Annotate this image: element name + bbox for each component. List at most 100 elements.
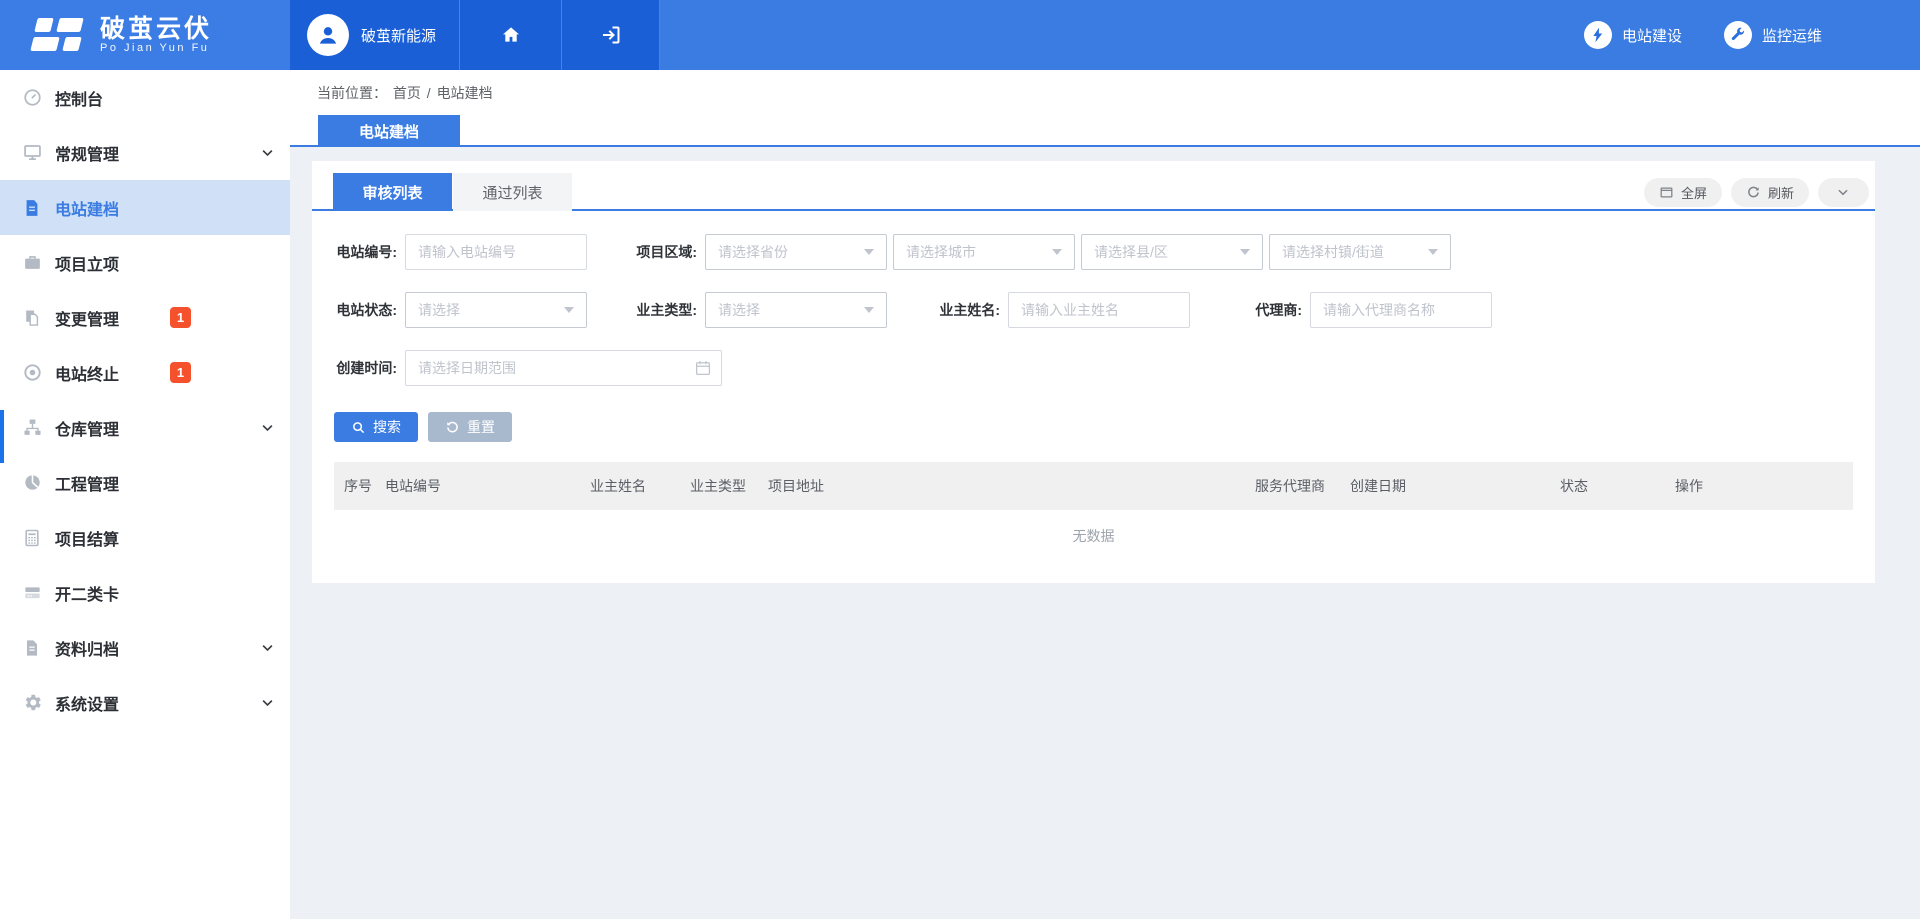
panel-card: 审核列表 通过列表 全屏 刷新: [312, 161, 1875, 583]
topbar-right: 电站建设 监控运维: [1584, 0, 1920, 70]
province-select[interactable]: 请选择省份: [705, 234, 887, 270]
county-select[interactable]: 请选择县/区: [1081, 234, 1263, 270]
sidebar-item-label: 工程管理: [55, 471, 119, 495]
col-service-agent: 服务代理商: [1245, 476, 1340, 496]
reset-label: 重置: [467, 417, 495, 437]
sidebar-item-station-archive[interactable]: 电站建档: [0, 180, 290, 235]
sidebar-item-label: 系统设置: [55, 691, 119, 715]
select-placeholder: 请选择村镇/街道: [1282, 242, 1384, 262]
select-placeholder: 请选择城市: [906, 242, 976, 262]
sidebar-item-engineering-mgmt[interactable]: 工程管理: [0, 455, 290, 510]
sidebar-item-console[interactable]: 控制台: [0, 70, 290, 125]
sidebar-item-general-mgmt[interactable]: 常规管理: [0, 125, 290, 180]
field-label: 项目区域:: [625, 242, 697, 262]
main-area: 当前位置： 首页 / 电站建档 电站建档 审核列表 通过列表 全屏: [290, 70, 1920, 919]
col-station-number: 电站编号: [375, 476, 580, 496]
field-label: 业主类型:: [625, 300, 697, 320]
field-label: 业主姓名:: [928, 300, 1000, 320]
logout-button[interactable]: [562, 0, 660, 70]
field-owner-name: 业主姓名:: [928, 292, 1190, 328]
caret-down-icon: [1240, 249, 1250, 255]
sidebar-item-label: 电站终止: [55, 361, 119, 385]
breadcrumb-separator: /: [427, 85, 431, 101]
sidebar-item-data-archiving[interactable]: 资料归档: [0, 620, 290, 675]
app-logo: 破茧云伏 Po Jian Yun Fu: [0, 0, 290, 70]
col-actions: 操作: [1665, 476, 1853, 496]
sidebar-item-label: 开二类卡: [55, 581, 119, 605]
app-title: 破茧云伏: [100, 16, 212, 42]
sidebar-item-change-mgmt[interactable]: 变更管理 1: [0, 290, 290, 345]
search-icon: [351, 420, 366, 435]
fullscreen-button[interactable]: 全屏: [1644, 178, 1722, 207]
filter-row-2: 电站状态: 请选择 业主类型: 请选择 业主: [312, 292, 1875, 328]
user-menu[interactable]: 破茧新能源: [290, 0, 460, 70]
panel-tabs: 审核列表 通过列表: [333, 173, 572, 211]
sidebar: 控制台 常规管理 电站建档 项目立项 变更管理 1 电站终止 1: [0, 70, 290, 919]
sidebar-item-label: 控制台: [55, 86, 103, 110]
col-created-date: 创建日期: [1340, 476, 1550, 496]
notification-badge: 1: [170, 362, 191, 383]
search-button[interactable]: 搜索: [334, 412, 418, 442]
fullscreen-label: 全屏: [1681, 183, 1707, 202]
breadcrumb-prefix: 当前位置：: [317, 85, 387, 101]
chevron-down-icon: [1836, 185, 1851, 200]
refresh-button[interactable]: 刷新: [1731, 178, 1809, 207]
sidebar-item-system-settings[interactable]: 系统设置: [0, 675, 290, 730]
sidebar-item-label: 项目结算: [55, 526, 119, 550]
owner-type-select[interactable]: 请选择: [705, 292, 887, 328]
field-station-number: 电站编号:: [325, 234, 587, 270]
panel-tools: 全屏 刷新: [1644, 178, 1869, 207]
col-index: 序号: [334, 476, 375, 496]
collapse-panel-button[interactable]: [1818, 178, 1869, 207]
chevron-down-icon: [260, 145, 276, 161]
sidebar-item-label: 项目立项: [55, 251, 119, 275]
field-label: 电站编号:: [325, 242, 397, 262]
filter-form: 电站编号: 项目区域: 请选择省份 请选择城市: [312, 234, 1875, 386]
city-select[interactable]: 请选择城市: [893, 234, 1075, 270]
calculator-icon: [21, 527, 43, 549]
breadcrumb-current: 电站建档: [437, 85, 493, 101]
sidebar-item-label: 资料归档: [55, 636, 119, 660]
table-header: 序号 电站编号 业主姓名 业主类型 项目地址 服务代理商 创建日期 状态 操作: [334, 462, 1853, 510]
reset-button[interactable]: 重置: [428, 412, 512, 442]
field-station-status: 电站状态: 请选择: [325, 292, 593, 328]
sidebar-item-warehouse-mgmt[interactable]: 仓库管理: [0, 400, 290, 455]
field-agent: 代理商:: [1230, 292, 1492, 328]
content-area: 审核列表 通过列表 全屏 刷新: [290, 147, 1920, 917]
app-subtitle: Po Jian Yun Fu: [100, 42, 212, 54]
sidebar-item-station-termination[interactable]: 电站终止 1: [0, 345, 290, 400]
tab-approved-list[interactable]: 通过列表: [453, 173, 572, 211]
nav-monitor-ops[interactable]: 监控运维: [1724, 21, 1822, 49]
filter-actions: 搜索 重置: [334, 412, 1875, 442]
top-bar: 破茧云伏 Po Jian Yun Fu 破茧新能源 电站建设: [0, 0, 1920, 70]
col-owner-type: 业主类型: [680, 476, 758, 496]
sitemap-icon: [21, 417, 43, 439]
agent-input[interactable]: [1310, 292, 1492, 328]
field-label: 电站状态:: [325, 300, 397, 320]
home-button[interactable]: [460, 0, 562, 70]
avatar-icon: [307, 14, 349, 56]
file-icon: [21, 637, 43, 659]
town-select[interactable]: 请选择村镇/街道: [1269, 234, 1451, 270]
sidebar-item-open-type2-card[interactable]: 开二类卡: [0, 565, 290, 620]
sidebar-item-label: 电站建档: [55, 196, 119, 220]
date-range-input[interactable]: [405, 350, 722, 386]
logo-text: 破茧云伏 Po Jian Yun Fu: [100, 16, 212, 54]
select-placeholder: 请选择县/区: [1094, 242, 1168, 262]
station-status-select[interactable]: 请选择: [405, 292, 587, 328]
tab-review-list[interactable]: 审核列表: [333, 173, 452, 211]
field-owner-type: 业主类型: 请选择: [625, 292, 893, 328]
sidebar-scrollbar-thumb[interactable]: [0, 410, 4, 463]
page-tab-station-archive[interactable]: 电站建档: [318, 115, 460, 147]
sidebar-item-project-settlement[interactable]: 项目结算: [0, 510, 290, 565]
sidebar-item-project-initiation[interactable]: 项目立项: [0, 235, 290, 290]
owner-name-input[interactable]: [1008, 292, 1190, 328]
station-number-input[interactable]: [405, 234, 587, 270]
gauge-icon: [21, 87, 43, 109]
breadcrumb-home-link[interactable]: 首页: [393, 85, 421, 101]
monitor-icon: [21, 142, 43, 164]
nav-station-build[interactable]: 电站建设: [1584, 21, 1682, 49]
reset-icon: [445, 420, 460, 435]
bolt-icon: [1584, 21, 1612, 49]
chevron-down-icon: [260, 420, 276, 436]
